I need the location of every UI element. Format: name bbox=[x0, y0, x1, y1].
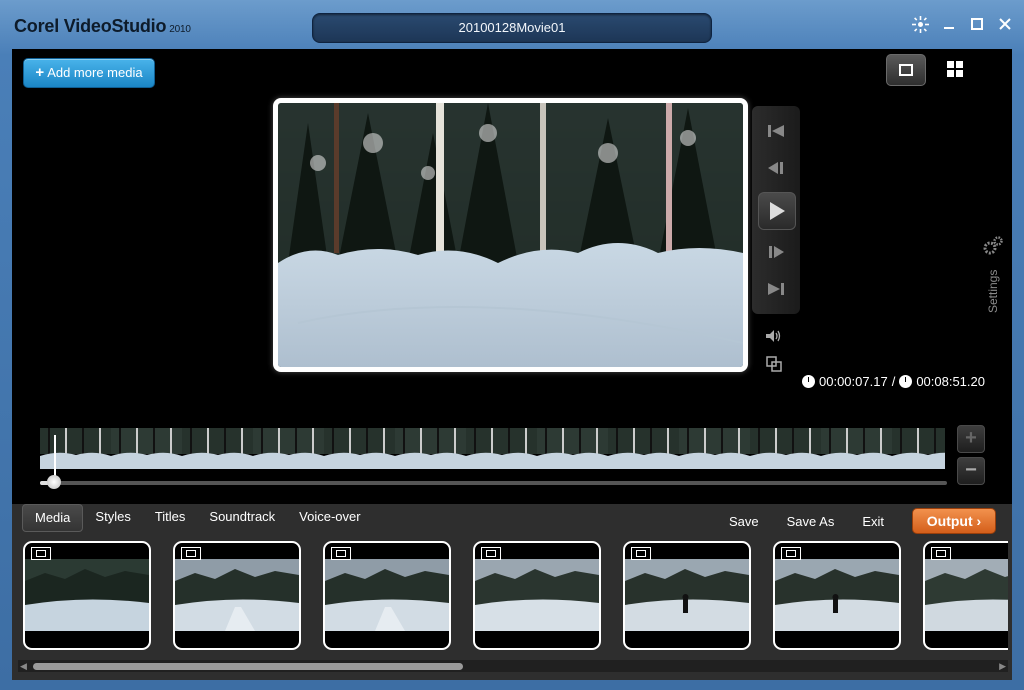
minimize-icon[interactable] bbox=[939, 16, 958, 35]
filmstrip-frame bbox=[466, 428, 537, 469]
timeline-filmstrip[interactable] bbox=[40, 428, 945, 469]
video-clip-icon bbox=[31, 547, 51, 560]
output-label: Output bbox=[926, 513, 973, 529]
output-button[interactable]: Output › bbox=[912, 508, 996, 534]
thumbnail-image bbox=[25, 559, 149, 631]
tab-styles[interactable]: Styles bbox=[83, 504, 142, 530]
maximize-icon[interactable] bbox=[967, 16, 986, 35]
media-thumbnail[interactable] bbox=[473, 541, 601, 650]
single-view-icon bbox=[899, 64, 913, 76]
media-clip-list bbox=[23, 541, 1008, 654]
scroll-right-icon[interactable]: ▶ bbox=[999, 660, 1006, 672]
tab-media[interactable]: Media bbox=[22, 504, 84, 532]
filmstrip-frame bbox=[608, 428, 679, 469]
video-clip-icon bbox=[781, 547, 801, 560]
tab-voice-over[interactable]: Voice-over bbox=[287, 504, 372, 530]
app-window: Corel VideoStudio 2010 20100128Movie01 + A… bbox=[0, 0, 1024, 690]
app-version: 2010 bbox=[169, 24, 191, 35]
filmstrip-frame bbox=[253, 428, 324, 469]
play-button[interactable] bbox=[758, 192, 796, 230]
zoom-in-button[interactable]: + bbox=[957, 425, 985, 453]
settings-label: Settings bbox=[986, 269, 1000, 313]
library-panel: Media Styles Titles Soundtrack Voice-ove… bbox=[12, 504, 1012, 680]
previous-frame-button[interactable] bbox=[752, 153, 800, 183]
playhead-marker bbox=[54, 435, 56, 479]
close-icon[interactable] bbox=[995, 16, 1014, 35]
playback-controls bbox=[752, 106, 800, 314]
scroll-left-icon[interactable]: ◀ bbox=[20, 660, 27, 672]
add-media-button[interactable]: + Add more media bbox=[23, 58, 155, 88]
window-controls bbox=[911, 16, 1014, 35]
filmstrip-frame bbox=[395, 428, 466, 469]
filmstrip-frame bbox=[324, 428, 395, 469]
thumbnail-image bbox=[775, 559, 899, 631]
media-thumbnail[interactable] bbox=[323, 541, 451, 650]
preview-area: + Add more media Settings 00:00:07.17 / … bbox=[12, 49, 1012, 504]
filmstrip-frame bbox=[679, 428, 750, 469]
filmstrip-frame bbox=[40, 428, 111, 469]
timecode-separator: / bbox=[891, 374, 896, 389]
current-time-icon bbox=[802, 375, 815, 388]
thumbnail-image bbox=[925, 559, 1008, 631]
save-as-button[interactable]: Save As bbox=[787, 514, 835, 529]
view-toggle bbox=[886, 54, 974, 86]
filmstrip-frame bbox=[821, 428, 892, 469]
plus-icon: + bbox=[35, 64, 45, 81]
video-clip-icon bbox=[931, 547, 951, 560]
timeline-scrubber[interactable] bbox=[40, 435, 947, 489]
scrubber-handle[interactable] bbox=[47, 475, 61, 489]
grid-view-icon bbox=[947, 61, 963, 77]
add-media-label: Add more media bbox=[47, 65, 143, 80]
thumbnail-image bbox=[175, 559, 299, 631]
grid-view-button[interactable] bbox=[936, 54, 974, 84]
thumbnail-image bbox=[325, 559, 449, 631]
media-thumbnail[interactable] bbox=[23, 541, 151, 650]
video-clip-icon bbox=[631, 547, 651, 560]
tab-soundtrack[interactable]: Soundtrack bbox=[197, 504, 287, 530]
app-name: Corel VideoStudio bbox=[14, 16, 167, 36]
video-clip-icon bbox=[331, 547, 351, 560]
library-tabs: Media Styles Titles Soundtrack Voice-ove… bbox=[22, 504, 373, 532]
single-view-button[interactable] bbox=[886, 54, 926, 86]
media-thumbnail[interactable] bbox=[923, 541, 1008, 650]
next-frame-button[interactable] bbox=[752, 237, 800, 267]
tab-titles[interactable]: Titles bbox=[143, 504, 198, 530]
preview-frame-image bbox=[278, 103, 743, 367]
filmstrip-frame bbox=[892, 428, 945, 469]
thumbnail-image bbox=[625, 559, 749, 631]
current-timecode: 00:00:07.17 bbox=[819, 374, 888, 389]
media-thumbnail[interactable] bbox=[773, 541, 901, 650]
timecode-display: 00:00:07.17 / 00:08:51.20 bbox=[802, 374, 985, 389]
app-title: Corel VideoStudio 2010 bbox=[14, 16, 191, 37]
media-scrollbar[interactable]: ◀ ▶ bbox=[18, 660, 1008, 672]
total-duration: 00:08:51.20 bbox=[916, 374, 985, 389]
filmstrip-frame bbox=[182, 428, 253, 469]
volume-icon[interactable] bbox=[762, 324, 786, 348]
project-actions: Save Save As Exit Output › bbox=[701, 508, 996, 534]
filmstrip-frame bbox=[111, 428, 182, 469]
preview-side-icons bbox=[762, 324, 786, 380]
video-preview[interactable] bbox=[273, 98, 748, 372]
chevron-right-icon: › bbox=[976, 513, 982, 529]
filmstrip-frame bbox=[750, 428, 821, 469]
media-thumbnail[interactable] bbox=[173, 541, 301, 650]
filmstrip-frame bbox=[537, 428, 608, 469]
zoom-out-button[interactable]: − bbox=[957, 457, 985, 485]
video-clip-icon bbox=[481, 547, 501, 560]
save-button[interactable]: Save bbox=[729, 514, 759, 529]
resize-preview-icon[interactable] bbox=[762, 352, 786, 376]
duration-icon bbox=[899, 375, 913, 388]
media-thumbnail[interactable] bbox=[623, 541, 751, 650]
settings-gear-icon bbox=[983, 236, 1003, 255]
thumbnail-image bbox=[475, 559, 599, 631]
scrollbar-thumb[interactable] bbox=[33, 663, 463, 670]
settings-panel-toggle[interactable]: Settings bbox=[982, 235, 1008, 315]
help-icon[interactable] bbox=[911, 16, 930, 35]
exit-button[interactable]: Exit bbox=[862, 514, 884, 529]
video-clip-icon bbox=[181, 547, 201, 560]
project-name-field[interactable]: 20100128Movie01 bbox=[312, 13, 712, 43]
go-to-start-button[interactable] bbox=[752, 116, 800, 146]
go-to-end-button[interactable] bbox=[752, 274, 800, 304]
